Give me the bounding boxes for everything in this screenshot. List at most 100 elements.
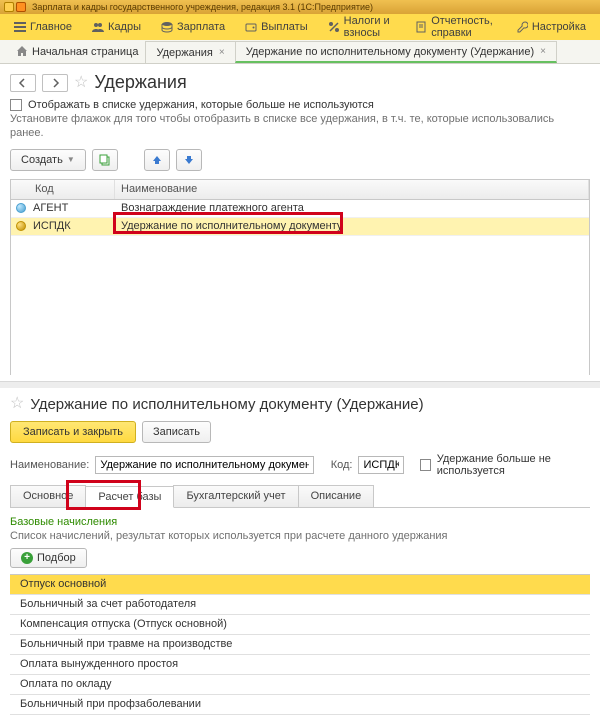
base-accruals-heading: Базовые начисления — [10, 516, 590, 528]
tab-opisanie[interactable]: Описание — [298, 485, 375, 507]
upper-page: ☆ Удержания Отображать в списке удержани… — [0, 64, 600, 382]
list-item[interactable]: Больничный за счет работодателя — [10, 595, 590, 615]
list-item-label: Отпуск основной — [20, 578, 106, 590]
deductions-grid: Код Наименование АГЕНТ Вознаграждение пл… — [10, 179, 590, 375]
list-item-label: Оплата по окладу — [20, 678, 112, 690]
name-label: Наименование: — [10, 459, 89, 471]
unused-label: Удержание больше не используется — [437, 453, 590, 477]
menu-item-otchetnost[interactable]: Отчетность, справки — [405, 14, 506, 40]
button-label: Записать и закрыть — [23, 426, 123, 438]
menu-item-nalogi[interactable]: Налоги и взносы — [318, 14, 406, 40]
move-down-button[interactable] — [176, 149, 202, 171]
tab-label: Расчет базы — [98, 491, 161, 503]
unused-checkbox[interactable] — [420, 459, 430, 471]
form-tabs: Основное Расчет базы Бухгалтерский учет … — [10, 485, 590, 508]
titlebar-nav-icon[interactable] — [16, 2, 26, 12]
podbor-button[interactable]: + Подбор — [10, 548, 87, 568]
cell-name: Вознаграждение платежного агента — [115, 202, 589, 214]
percent-icon — [328, 21, 340, 33]
tab-label: Удержание по исполнительному документу (… — [246, 46, 534, 58]
close-icon[interactable]: × — [219, 47, 225, 58]
page-title: Удержания — [94, 72, 186, 93]
list-toolbar: Создать▼ — [10, 149, 590, 171]
menu-label: Налоги и взносы — [344, 15, 396, 39]
list-item-label: Больничный при профзаболевании — [20, 698, 201, 710]
tab-label: Начальная страница — [32, 46, 138, 58]
grid-row[interactable]: ИСПДК Удержание по исполнительному докум… — [11, 218, 589, 236]
save-button[interactable]: Записать — [142, 421, 211, 443]
window-title: Зарплата и кадры государственного учрежд… — [32, 2, 373, 12]
doc-icon — [415, 21, 427, 33]
tab-uderzhanie-doc[interactable]: Удержание по исполнительному документу (… — [235, 41, 557, 63]
list-item-label: Больничный за счет работодателя — [20, 598, 196, 610]
list-item[interactable]: Больничный при профзаболевании — [10, 695, 590, 715]
save-and-close-button[interactable]: Записать и закрыть — [10, 421, 136, 443]
tab-label: Удержания — [156, 47, 212, 59]
col-code[interactable]: Код — [11, 180, 115, 199]
col-name[interactable]: Наименование — [115, 180, 589, 199]
form-title: Удержание по исполнительному документу (… — [30, 396, 423, 413]
cell-code: АГЕНТ — [31, 202, 115, 214]
list-item[interactable]: Отпуск основной — [10, 575, 590, 595]
tab-label: Бухгалтерский учет — [186, 490, 285, 502]
menu-label: Настройка — [532, 21, 586, 33]
button-label: Создать — [21, 154, 63, 166]
tab-label: Основное — [23, 490, 73, 502]
create-button[interactable]: Создать▼ — [10, 149, 86, 171]
tab-label: Описание — [311, 490, 362, 502]
menu-label: Главное — [30, 21, 72, 33]
show-unused-label: Отображать в списке удержания, которые б… — [28, 99, 374, 111]
menu-label: Отчетность, справки — [431, 15, 496, 39]
grid-row[interactable]: АГЕНТ Вознаграждение платежного агента — [11, 200, 589, 218]
people-icon — [92, 21, 104, 33]
menu-label: Выплаты — [261, 21, 307, 33]
main-menu: Главное Кадры Зарплата Выплаты Налоги и … — [0, 14, 600, 40]
wallet-icon — [245, 21, 257, 33]
button-label: Записать — [153, 426, 200, 438]
wrench-icon — [516, 21, 528, 33]
coins-icon — [161, 21, 173, 33]
menu-icon — [14, 21, 26, 33]
window-titlebar: Зарплата и кадры государственного учрежд… — [0, 0, 600, 14]
close-icon[interactable]: × — [540, 46, 546, 57]
tab-home[interactable]: Начальная страница — [8, 41, 146, 63]
list-item[interactable]: Оплата вынужденного простоя — [10, 655, 590, 675]
name-input[interactable] — [95, 456, 313, 474]
favorite-star-icon[interactable]: ☆ — [74, 75, 88, 91]
row-indicator-icon — [16, 221, 26, 231]
tab-osnovnoe[interactable]: Основное — [10, 485, 86, 507]
tab-raschet-bazy[interactable]: Расчет базы — [85, 486, 174, 508]
code-input[interactable] — [358, 456, 404, 474]
field-row: Наименование: Код: Удержание больше не и… — [10, 453, 590, 477]
forward-button[interactable] — [42, 74, 68, 92]
tab-uderzhaniya[interactable]: Удержания × — [145, 41, 235, 63]
menu-label: Кадры — [108, 21, 141, 33]
copy-button[interactable] — [92, 149, 118, 171]
cell-code: ИСПДК — [31, 220, 115, 232]
accruals-list: Отпуск основной Больничный за счет работ… — [10, 574, 590, 715]
open-tabs-bar: Начальная страница Удержания × Удержание… — [0, 40, 600, 64]
menu-item-vyplaty[interactable]: Выплаты — [235, 14, 317, 40]
titlebar-1c-icon — [4, 2, 14, 12]
row-indicator-icon — [16, 203, 26, 213]
move-up-button[interactable] — [144, 149, 170, 171]
list-item[interactable]: Компенсация отпуска (Отпуск основной) — [10, 615, 590, 635]
tab-buh-uchet[interactable]: Бухгалтерский учет — [173, 485, 298, 507]
cell-name: Удержание по исполнительному документу — [115, 220, 589, 232]
base-accruals-hint: Список начислений, результат которых исп… — [10, 530, 590, 542]
back-button[interactable] — [10, 74, 36, 92]
list-item-label: Компенсация отпуска (Отпуск основной) — [20, 618, 227, 630]
menu-item-main[interactable]: Главное — [4, 14, 82, 40]
lower-page: ☆ Удержание по исполнительному документу… — [0, 388, 600, 715]
show-unused-checkbox[interactable] — [10, 99, 22, 111]
list-item-label: Оплата вынужденного простоя — [20, 658, 178, 670]
menu-item-kadry[interactable]: Кадры — [82, 14, 151, 40]
menu-item-zarplata[interactable]: Зарплата — [151, 14, 235, 40]
list-item-label: Больничный при травме на производстве — [20, 638, 232, 650]
menu-item-nastroika[interactable]: Настройка — [506, 14, 596, 40]
hint-text: Установите флажок для того чтобы отобраз… — [10, 113, 590, 141]
list-item[interactable]: Больничный при травме на производстве — [10, 635, 590, 655]
favorite-star-icon[interactable]: ☆ — [10, 396, 24, 412]
button-label: Подбор — [37, 552, 76, 564]
list-item[interactable]: Оплата по окладу — [10, 675, 590, 695]
